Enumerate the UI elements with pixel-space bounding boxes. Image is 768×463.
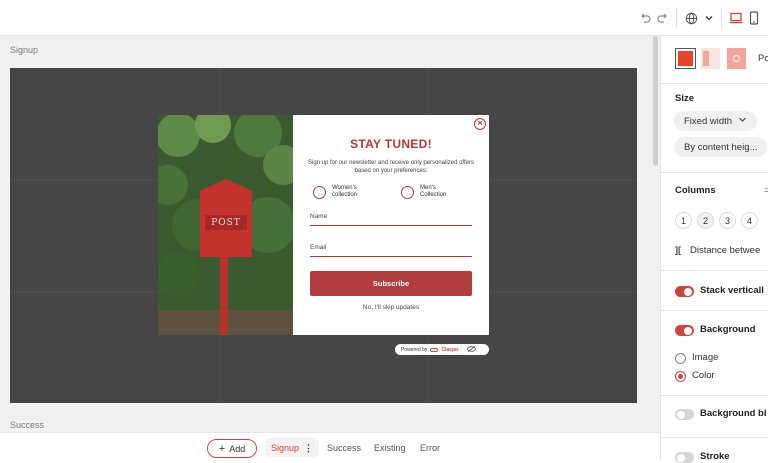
option-label: Men's Collection: [420, 185, 446, 199]
editor-scrollbar[interactable]: [653, 36, 658, 166]
powered-brand: Claspo: [441, 346, 459, 353]
signup-popup[interactable]: POST × STAY TUNED! Sign up for our newsl…: [158, 115, 489, 335]
layout-option-full[interactable]: [675, 48, 696, 69]
columns-1[interactable]: 1: [675, 212, 692, 229]
add-label: Add: [229, 443, 246, 454]
panel-divider: [661, 83, 768, 84]
panel-divider: [661, 310, 768, 311]
email-field[interactable]: Email: [310, 244, 472, 257]
tab-success[interactable]: Success: [327, 443, 361, 453]
radio-circle[interactable]: [401, 185, 414, 199]
background-toggle[interactable]: [675, 325, 694, 336]
powered-prefix: Powered by: [401, 346, 428, 353]
toggle-knob: [684, 326, 692, 335]
toggle-knob: [676, 410, 685, 419]
option-label-line: Women's: [332, 185, 357, 191]
add-stage-button[interactable]: + Add: [207, 439, 257, 458]
panel-divider: [661, 270, 768, 271]
distance-label: Distance betwee: [690, 245, 761, 256]
chevron-down-icon: [738, 115, 747, 127]
width-mode-select[interactable]: Fixed width: [674, 111, 758, 131]
option-womens-collection[interactable]: Women's collection: [313, 185, 357, 199]
panel-divider: [661, 395, 768, 396]
mobile-icon[interactable]: [745, 9, 763, 27]
option-mens-collection[interactable]: Men's Collection: [401, 185, 446, 199]
columns-2[interactable]: 2: [697, 212, 714, 229]
toolbar-divider: [721, 8, 722, 28]
hide-eye-icon[interactable]: [467, 345, 476, 354]
position-label: Po: [758, 53, 768, 64]
width-mode-value: Fixed width: [684, 115, 733, 127]
layout-thumb: [733, 55, 740, 62]
height-mode-select[interactable]: By content heig...: [674, 137, 768, 157]
stage-label-signup: Signup: [10, 45, 39, 55]
radio-circle[interactable]: [313, 185, 326, 199]
columns-4[interactable]: 4: [741, 212, 758, 229]
distance-icon: ][: [675, 245, 681, 255]
stroke-label: Stroke: [700, 451, 730, 462]
mailbox-photo: POST: [158, 115, 293, 335]
size-heading: Size: [675, 93, 695, 104]
properties-panel: Po Size Fixed width By content heig... C…: [660, 36, 768, 463]
tab-label: Signup: [271, 442, 300, 453]
bg-color-label: Color: [692, 370, 715, 381]
stage-label-success: Success: [10, 420, 45, 430]
redo-icon[interactable]: [654, 9, 672, 27]
popup-form: × STAY TUNED! Sign up for our newsletter…: [293, 115, 489, 335]
columns-menu-icon[interactable]: =: [764, 185, 768, 195]
popup-title: STAY TUNED!: [350, 137, 432, 151]
subscribe-button[interactable]: Subscribe: [310, 271, 472, 296]
popup-subtitle: Sign up for our newsletter and receive o…: [308, 160, 474, 174]
stack-vertically-toggle[interactable]: [675, 286, 694, 297]
bg-image-radio[interactable]: [675, 353, 686, 364]
name-field[interactable]: Name: [310, 213, 472, 226]
mailbox-post-text: POST: [211, 218, 241, 228]
background-heading: Background: [700, 324, 756, 335]
background-blur-label: Background bl: [700, 408, 767, 419]
layout-thumb: [703, 51, 709, 66]
tab-existing[interactable]: Existing: [374, 443, 406, 453]
option-label-line: Men's: [420, 185, 436, 191]
option-label-line: Collection: [420, 192, 447, 198]
layout-option-split[interactable]: [701, 48, 720, 69]
plus-icon: +: [218, 442, 226, 455]
tab-error[interactable]: Error: [420, 443, 440, 453]
stack-vertically-label: Stack verticall: [700, 285, 764, 296]
powered-by-badge[interactable]: Powered by Claspo: [395, 344, 489, 355]
claspo-logo-icon: [430, 347, 439, 352]
skip-link[interactable]: No, I'll skip updates: [293, 304, 489, 311]
columns-heading: Columns: [675, 185, 716, 196]
toggle-knob: [676, 453, 685, 462]
panel-divider: [661, 172, 768, 173]
stroke-toggle[interactable]: [675, 452, 694, 463]
option-label: Women's collection: [332, 185, 357, 199]
toolbar-divider: [676, 8, 677, 28]
option-label-line: collection: [332, 192, 358, 198]
top-toolbar: [0, 0, 768, 36]
toggle-knob: [684, 287, 692, 296]
columns-3[interactable]: 3: [719, 212, 736, 229]
stage-tabs-bar: + Add Signup ⋮ Success Existing Error: [0, 432, 660, 460]
bg-color-radio[interactable]: [675, 371, 686, 382]
close-icon[interactable]: ×: [474, 118, 486, 130]
desktop-icon[interactable]: [727, 9, 745, 27]
undo-icon[interactable]: [636, 9, 654, 27]
layout-option-icon[interactable]: [727, 48, 746, 69]
panel-divider: [661, 437, 768, 438]
bg-image-label: Image: [692, 352, 719, 363]
layout-thumb: [678, 51, 693, 66]
tab-signup[interactable]: Signup ⋮: [265, 438, 319, 457]
background-blur-toggle[interactable]: [675, 409, 694, 420]
chevron-down-icon[interactable]: [700, 9, 718, 27]
globe-icon[interactable]: [682, 9, 700, 27]
more-vertical-icon[interactable]: ⋮: [304, 443, 313, 452]
